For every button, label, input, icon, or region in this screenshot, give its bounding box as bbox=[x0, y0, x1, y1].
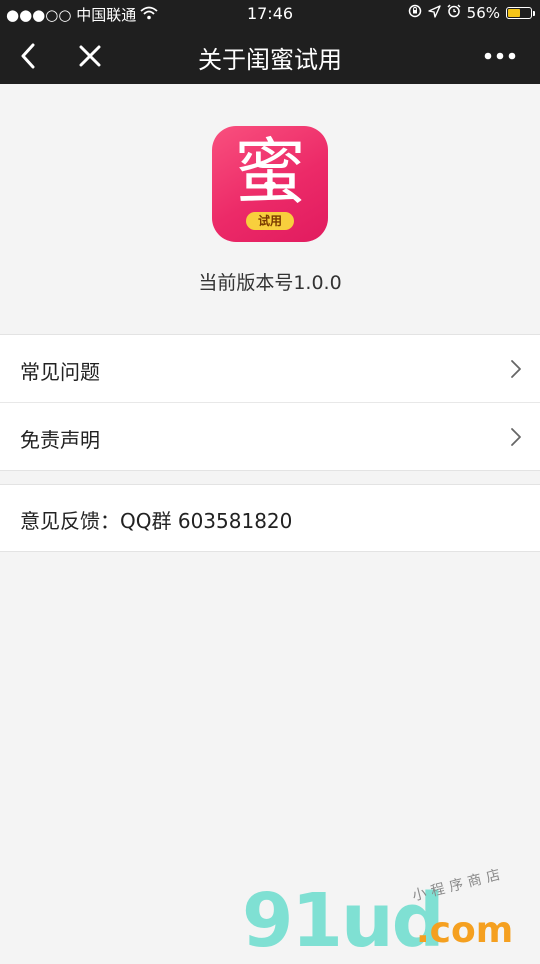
top-bar: ●●●○○ 中国联通 17:46 56% 关于闺蜜试用 bbox=[0, 0, 540, 84]
battery-icon bbox=[506, 7, 535, 19]
feedback-text: 意见反馈：QQ群 603581820 bbox=[20, 509, 293, 533]
menu-item-disclaimer[interactable]: 免责声明 bbox=[0, 402, 540, 470]
menu-item-faq[interactable]: 常见问题 bbox=[0, 335, 540, 402]
status-bar: ●●●○○ 中国联通 17:46 56% bbox=[0, 0, 540, 28]
chevron-left-icon bbox=[21, 43, 35, 69]
watermark-subtitle: 小程序商店 bbox=[410, 865, 507, 905]
back-button[interactable] bbox=[8, 36, 48, 76]
app-logo-character: 蜜 bbox=[233, 130, 306, 214]
menu-item-label: 常见问题 bbox=[20, 360, 100, 384]
battery-percent: 56% bbox=[466, 4, 500, 22]
chevron-right-icon bbox=[511, 428, 521, 446]
feedback-row: 意见反馈：QQ群 603581820 bbox=[0, 484, 540, 552]
alarm-icon bbox=[447, 4, 461, 22]
app-logo: 蜜 试用 bbox=[212, 126, 328, 242]
battery-level bbox=[508, 9, 520, 17]
chevron-right-icon bbox=[511, 360, 521, 378]
watermark-domain: .com bbox=[416, 910, 514, 951]
more-dots-icon bbox=[484, 52, 516, 60]
status-right: 56% bbox=[408, 4, 535, 22]
more-button[interactable] bbox=[478, 36, 522, 76]
location-icon bbox=[427, 4, 441, 22]
page-title: 关于闺蜜试用 bbox=[198, 46, 342, 74]
menu-list: 常见问题 免责声明 bbox=[0, 334, 540, 471]
menu-item-label: 免责声明 bbox=[20, 428, 100, 452]
about-header: 蜜 试用 当前版本号1.0.0 bbox=[0, 84, 540, 334]
app-logo-tag: 试用 bbox=[246, 212, 294, 230]
orientation-lock-icon bbox=[408, 4, 422, 22]
navigation-bar: 关于闺蜜试用 bbox=[0, 28, 540, 84]
version-label: 当前版本号1.0.0 bbox=[198, 272, 342, 294]
close-icon bbox=[79, 45, 101, 67]
watermark: 91ud 小程序商店 .com bbox=[240, 866, 540, 960]
heart-icon bbox=[263, 181, 277, 193]
